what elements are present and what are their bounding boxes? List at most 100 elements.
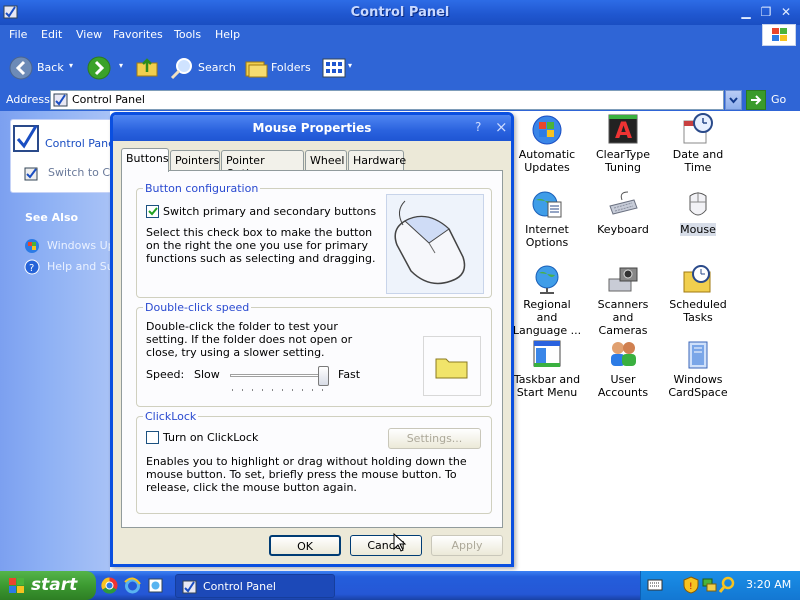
dialog-close-button[interactable]: ×: [495, 118, 508, 136]
minimize-button[interactable]: ▁: [736, 4, 756, 20]
mouse-icon: [689, 192, 707, 216]
menu-bar: File Edit View Favorites Tools Help: [0, 25, 800, 47]
cp-item-mouse[interactable]: Mouse: [663, 188, 733, 236]
start-label: start: [31, 575, 78, 595]
tab-pointers[interactable]: Pointers: [170, 150, 220, 170]
slow-label: Slow: [194, 368, 220, 381]
mouse-cursor-icon: [393, 533, 407, 552]
cp-item-label: Scheduled Tasks: [669, 298, 727, 324]
switch-view-icon: [24, 166, 40, 182]
go-button[interactable]: [746, 90, 766, 110]
back-arrow-icon[interactable]: [9, 56, 33, 80]
tab-panel-buttons: Button configuration Switch primary and …: [121, 170, 503, 528]
see-also-heading: See Also: [25, 211, 79, 224]
cp-item-cleartype[interactable]: A ClearType Tuning: [588, 113, 658, 174]
views-dropdown-icon[interactable]: ▾: [348, 61, 352, 70]
dialog-titlebar[interactable]: Mouse Properties ? ×: [113, 115, 511, 141]
go-label[interactable]: Go: [771, 93, 786, 106]
mouse-illustration: [386, 194, 484, 294]
tab-wheel[interactable]: Wheel: [305, 150, 347, 170]
date-time-icon: [683, 113, 713, 144]
speed-slider-track[interactable]: [230, 374, 328, 377]
switch-buttons-checkbox[interactable]: [146, 205, 159, 218]
clicklock-title: ClickLock: [143, 410, 199, 423]
forward-arrow-icon[interactable]: [87, 56, 111, 80]
back-button[interactable]: Back: [37, 61, 64, 74]
address-dropdown-button[interactable]: [725, 90, 742, 110]
taskbar-button-control-panel[interactable]: Control Panel: [175, 574, 335, 598]
window-titlebar[interactable]: Control Panel ▁ ❐ ✕: [0, 0, 800, 25]
cp-item-taskbar-start-menu[interactable]: Taskbar and Start Menu: [512, 338, 582, 399]
close-button[interactable]: ✕: [776, 4, 796, 20]
address-field[interactable]: [50, 90, 724, 110]
task-pane-title[interactable]: Control Panel: [45, 137, 118, 150]
clicklock-label[interactable]: Turn on ClickLock: [163, 431, 258, 444]
svg-text:?: ?: [29, 263, 34, 274]
menu-help[interactable]: Help: [215, 28, 240, 41]
maximize-button[interactable]: ❐: [756, 4, 776, 20]
double-click-speed-title: Double-click speed: [143, 301, 252, 314]
up-folder-icon[interactable]: [135, 55, 159, 79]
internet-explorer-icon[interactable]: [124, 577, 141, 594]
cp-item-windows-cardspace[interactable]: Windows CardSpace: [663, 338, 733, 399]
control-panel-icon: [182, 580, 197, 594]
menu-view[interactable]: View: [76, 28, 102, 41]
speed-label: Speed:: [146, 368, 185, 381]
clicklock-checkbox[interactable]: [146, 431, 159, 444]
toolbar: Back ▾ ▾ Search Folders ▾: [0, 47, 800, 89]
cp-item-scanners-cameras[interactable]: Scanners and Cameras: [588, 263, 658, 337]
views-icon[interactable]: [322, 58, 346, 78]
tab-buttons[interactable]: Buttons: [121, 148, 169, 172]
address-value: Control Panel: [72, 93, 145, 106]
test-folder-area[interactable]: [423, 336, 481, 396]
clicklock-settings-button[interactable]: Settings...: [388, 428, 481, 449]
cp-item-automatic-updates[interactable]: Automatic Updates: [512, 113, 582, 174]
menu-favorites[interactable]: Favorites: [113, 28, 163, 41]
regional-language-icon: [535, 265, 559, 294]
tab-pointer-options[interactable]: Pointer Options: [221, 150, 304, 180]
clock[interactable]: 3:20 AM: [746, 578, 791, 591]
chrome-icon[interactable]: [101, 577, 118, 594]
clicklock-group: ClickLock Turn on ClickLock Settings... …: [136, 410, 492, 514]
apply-button[interactable]: Apply: [431, 535, 503, 556]
button-configuration-title: Button configuration: [143, 182, 261, 195]
security-shield-icon[interactable]: !: [683, 576, 699, 594]
cp-item-label: ClearType Tuning: [595, 148, 651, 174]
cp-item-date-time[interactable]: Date and Time: [663, 113, 733, 174]
forward-dropdown-icon[interactable]: ▾: [119, 61, 123, 70]
cp-item-internet-options[interactable]: Internet Options: [512, 188, 582, 249]
network-tray-icon[interactable]: [701, 576, 717, 594]
dialog-title: Mouse Properties: [252, 121, 372, 135]
folders-button[interactable]: Folders: [271, 61, 311, 74]
tab-hardware[interactable]: Hardware: [348, 150, 406, 170]
switch-buttons-label[interactable]: Switch primary and secondary buttons: [163, 205, 376, 218]
menu-file[interactable]: File: [9, 28, 27, 41]
switch-view-link[interactable]: Switch to Ca: [48, 166, 117, 179]
cp-item-label: Date and Time: [672, 148, 724, 174]
search-button[interactable]: Search: [198, 61, 236, 74]
cp-item-keyboard[interactable]: Keyboard: [588, 188, 658, 236]
dialog-help-button[interactable]: ?: [475, 120, 481, 134]
go-arrow-icon: [751, 95, 762, 105]
address-control-panel-icon: [53, 92, 69, 108]
speed-slider-thumb[interactable]: [318, 366, 330, 386]
button-configuration-description: Select this check box to make the button…: [146, 226, 376, 265]
show-desktop-icon[interactable]: [147, 577, 164, 594]
windows-update-icon: [24, 238, 40, 254]
cp-item-scheduled-tasks[interactable]: Scheduled Tasks: [663, 263, 733, 324]
cp-item-label: User Accounts: [597, 373, 649, 399]
ok-button[interactable]: OK: [269, 535, 341, 556]
fast-label: Fast: [338, 368, 361, 381]
folders-icon[interactable]: [244, 57, 268, 79]
cleartype-icon: A: [608, 114, 638, 144]
start-button[interactable]: start: [0, 571, 96, 600]
search-tray-icon[interactable]: [719, 576, 735, 594]
back-dropdown-icon[interactable]: ▾: [69, 61, 73, 70]
cp-item-user-accounts[interactable]: User Accounts: [588, 338, 658, 399]
keyboard-tray-icon[interactable]: [647, 578, 663, 592]
cp-item-regional-language[interactable]: Regional and Language ...: [512, 263, 582, 337]
cancel-button[interactable]: Cancel: [350, 535, 422, 556]
search-icon[interactable]: [170, 56, 194, 80]
menu-edit[interactable]: Edit: [41, 28, 62, 41]
menu-tools[interactable]: Tools: [174, 28, 201, 41]
